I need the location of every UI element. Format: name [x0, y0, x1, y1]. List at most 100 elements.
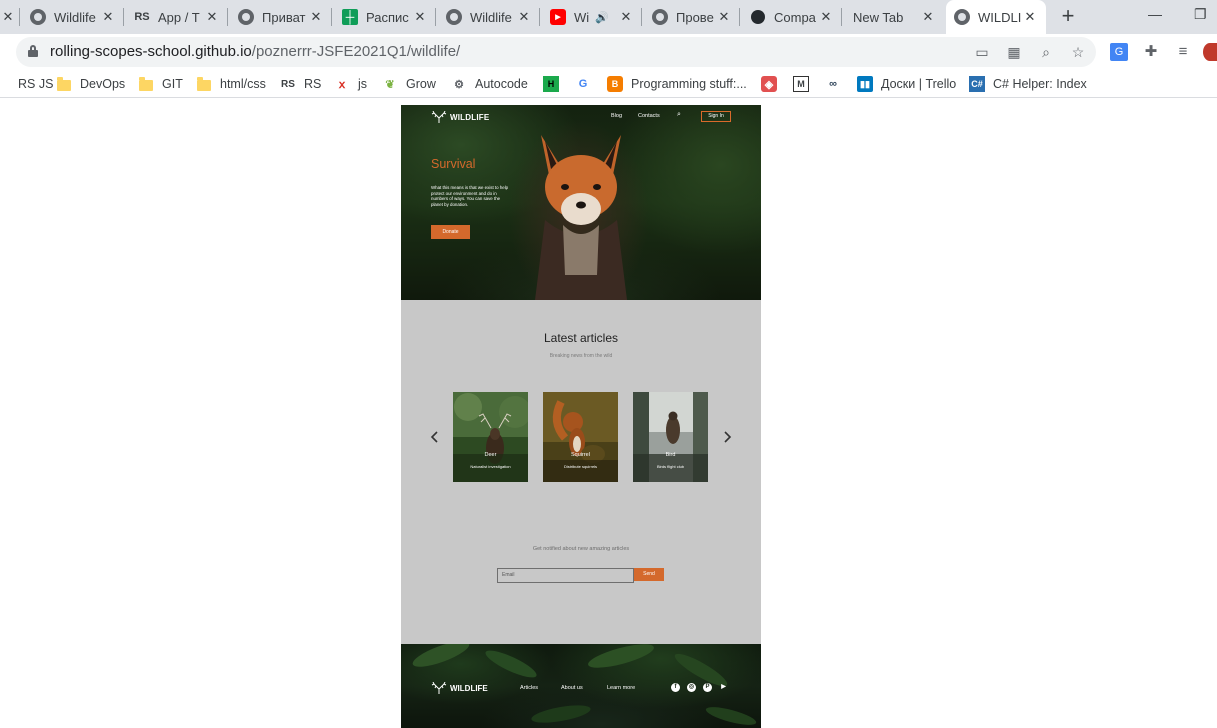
bookmark[interactable]: B Programming stuff:... — [607, 76, 747, 92]
bookmark[interactable]: html/css — [196, 76, 266, 92]
footer-link-articles[interactable]: Articles — [520, 685, 538, 691]
close-tab-icon[interactable]: ✕ — [920, 9, 936, 25]
tab[interactable]: New Tab ✕ — [844, 0, 944, 34]
bookmark[interactable]: H — [543, 76, 567, 92]
rs-logo-icon: RS — [134, 11, 150, 23]
instagram-icon[interactable]: ◎ — [687, 683, 696, 692]
tab[interactable]: RS App / T ✕ — [126, 0, 228, 34]
youtube-icon[interactable]: ▶ — [719, 683, 728, 692]
new-tab-button[interactable]: + — [1056, 5, 1080, 29]
hero-text: What this means is that we exist to help… — [431, 185, 509, 207]
leaf-icon: ❦ — [385, 78, 395, 91]
bookmark[interactable]: ❦ Grow — [382, 76, 436, 92]
article-card[interactable]: Deer Naturalist investigation — [453, 392, 528, 482]
close-tab-icon[interactable]: ✕ — [1022, 9, 1038, 25]
sheets-icon: ┼ — [342, 9, 358, 25]
antlers-icon — [431, 682, 447, 694]
maximize-icon[interactable]: ❐ — [1194, 6, 1207, 23]
bookmark[interactable]: ⚙ Autocode — [451, 76, 528, 92]
send-button[interactable]: Send — [634, 568, 664, 581]
url-text[interactable]: rolling-scopes-school.github.io/poznerrr… — [50, 43, 460, 60]
card-description: Birds flight club — [656, 464, 685, 469]
bookmark-label: html/css — [220, 77, 266, 91]
bookmark[interactable]: RS JS — [0, 76, 53, 92]
tab[interactable]: Wildlife ✕ — [438, 0, 540, 34]
autocode-icon: ⚙ — [454, 78, 464, 91]
bookmark[interactable]: ▮▮ Доски | Trello — [857, 76, 956, 92]
close-tab-icon[interactable]: ✕ — [204, 9, 220, 25]
tab[interactable]: ✕ — [0, 0, 20, 34]
article-card[interactable]: Bird Birds flight club — [633, 392, 708, 482]
close-tab-icon[interactable]: ✕ — [516, 9, 532, 25]
footer-link-about[interactable]: About us — [561, 685, 583, 691]
sign-in-button[interactable]: Sign In — [701, 111, 731, 122]
close-tab-icon[interactable]: ✕ — [308, 9, 324, 25]
globe-icon — [238, 9, 254, 25]
footer-logo[interactable]: WILDLIFE — [431, 682, 488, 695]
site-logo[interactable]: WILDLIFE — [431, 111, 489, 124]
close-tab-icon[interactable]: ✕ — [716, 9, 732, 25]
bookmark[interactable]: RS RS — [280, 76, 321, 92]
antlers-icon — [431, 111, 447, 123]
close-tab-icon[interactable]: ✕ — [818, 9, 834, 25]
csharp-icon: C# — [969, 76, 985, 92]
bookmark[interactable]: ⅹ js — [334, 76, 367, 92]
bookmark[interactable]: DevOps — [56, 76, 125, 92]
star-icon[interactable]: ☆ — [1070, 44, 1086, 60]
close-tab-icon[interactable]: ✕ — [100, 9, 116, 25]
address-bar[interactable]: rolling-scopes-school.github.io/poznerrr… — [16, 37, 1096, 67]
tab[interactable]: Compa ✕ — [742, 0, 842, 34]
article-card[interactable]: Squirrel Distribute squirrels — [543, 392, 618, 482]
bookmark[interactable]: GIT — [138, 76, 183, 92]
tab-strip: ✕ Wildlife ✕ RS App / T ✕ Приват ✕ ┼ Рас… — [0, 0, 1217, 34]
email-field[interactable]: Email — [497, 568, 634, 583]
tab-active[interactable]: WILDLI ✕ — [946, 0, 1046, 34]
close-tab-icon[interactable]: ✕ — [412, 9, 428, 25]
bookmark-label: GIT — [162, 77, 183, 91]
tab[interactable]: ┼ Распис ✕ — [334, 0, 436, 34]
zoom-icon[interactable]: ⌕ — [1038, 44, 1054, 60]
globe-icon — [954, 9, 970, 25]
tab[interactable]: Wildlife ✕ — [22, 0, 124, 34]
close-tab-icon[interactable]: ✕ — [618, 9, 634, 25]
bookmark-label: Programming stuff:... — [631, 77, 747, 91]
close-tab-icon[interactable]: ✕ — [0, 9, 16, 25]
globe-icon — [30, 9, 46, 25]
bookmark-label: RS — [304, 77, 322, 91]
avatar[interactable] — [1203, 43, 1217, 61]
minimize-icon[interactable]: — — [1148, 6, 1162, 22]
fox-image — [535, 135, 627, 300]
logo-text: WILDLIFE — [450, 113, 490, 122]
subscribe-text: Get notified about new amazing articles — [532, 546, 630, 552]
pinterest-icon[interactable]: P — [703, 683, 712, 692]
bookmark-label: RS JS — [18, 77, 54, 91]
tab[interactable]: Прове ✕ — [644, 0, 740, 34]
url-path: /poznerrr-JSFE2021Q1/wildlife/ — [251, 43, 461, 60]
speaker-icon[interactable]: 🔊 — [595, 11, 609, 24]
facebook-icon[interactable]: f — [671, 683, 680, 692]
bookmark-label: Autocode — [475, 77, 528, 91]
donate-button[interactable]: Donate — [431, 225, 470, 239]
nav-blog-link[interactable]: Blog — [611, 113, 622, 119]
media-controls-icon[interactable]: ≡ — [1174, 43, 1192, 61]
carousel-next-arrow-icon[interactable] — [722, 430, 732, 444]
cast-icon[interactable]: ▭ — [974, 44, 990, 60]
bookmark-label: Grow — [406, 77, 436, 91]
bookmark[interactable]: G — [575, 76, 599, 92]
tab[interactable]: Приват ✕ — [230, 0, 332, 34]
footer-link-learn-more[interactable]: Learn more — [607, 685, 635, 691]
qr-code-icon[interactable]: ▦ — [1006, 44, 1022, 60]
tab[interactable]: ▶ Wi 🔊 ✕ — [542, 0, 642, 34]
card-title: Deer — [484, 452, 497, 458]
extensions-icon[interactable]: ✚ — [1142, 43, 1160, 61]
search-icon[interactable]: ⌕ — [677, 111, 681, 119]
bookmark[interactable]: M — [793, 76, 817, 92]
translate-icon[interactable]: G — [1110, 43, 1128, 61]
logo-text: WILDLIFE — [450, 684, 488, 693]
hackerrank-icon: H — [543, 76, 559, 92]
bookmark[interactable]: C# C# Helper: Index — [969, 76, 1087, 92]
bookmark[interactable]: ◈ — [761, 76, 785, 92]
bookmark[interactable]: ∞ — [825, 76, 849, 92]
carousel-prev-arrow-icon[interactable] — [430, 430, 440, 444]
nav-contacts-link[interactable]: Contacts — [638, 113, 660, 119]
